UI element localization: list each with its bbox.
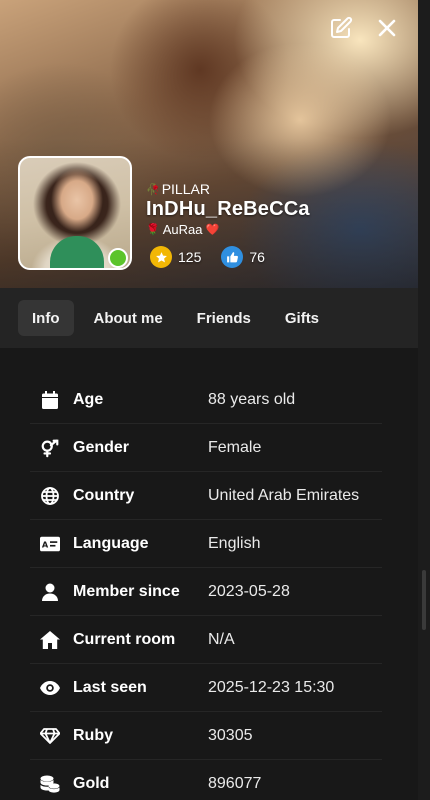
- info-label: Gender: [73, 438, 130, 456]
- avatar-clothing: [50, 236, 104, 268]
- tab-info[interactable]: Info: [18, 300, 74, 336]
- info-row-last-seen: Last seen 2025-12-23 15:30: [30, 664, 382, 712]
- info-row-current-room: Current room N/A: [30, 616, 382, 664]
- user-icon: [40, 582, 60, 602]
- profile-name-block: 🥀 PILLAR InDHu_ReBeCCa 🌹 AuRaa ❤️: [146, 180, 310, 238]
- profile-tabs: Info About me Friends Gifts: [0, 288, 418, 348]
- online-status-indicator: [108, 248, 128, 268]
- star-icon: [150, 246, 172, 268]
- stars-count: 125: [178, 249, 202, 265]
- coins-icon: [40, 774, 60, 794]
- scrollbar[interactable]: [418, 0, 430, 800]
- globe-icon: [40, 486, 60, 506]
- flower-emoji: 🌹: [146, 223, 160, 236]
- close-button[interactable]: [373, 14, 401, 42]
- heart-emoji: ❤️: [205, 223, 220, 236]
- scrollbar-thumb[interactable]: [422, 570, 426, 630]
- profile-subtitle: 🌹 AuRaa ❤️: [146, 220, 310, 238]
- info-label: Country: [73, 486, 135, 504]
- likes-stat: 76: [221, 246, 265, 268]
- close-icon: [378, 19, 396, 37]
- info-label: Gold: [73, 775, 110, 792]
- info-value: 896077: [208, 775, 262, 792]
- profile-stats: 125 76: [150, 246, 285, 268]
- info-row-ruby: Ruby 30305: [30, 712, 382, 760]
- tab-gifts[interactable]: Gifts: [271, 300, 333, 336]
- info-value: English: [208, 534, 261, 552]
- edit-profile-button[interactable]: [327, 14, 355, 42]
- gender-icon: [40, 438, 60, 458]
- likes-count: 76: [249, 249, 265, 265]
- info-value: 2025-12-23 15:30: [208, 678, 335, 696]
- info-label: Language: [73, 534, 149, 552]
- subtitle-text: AuRaa: [162, 221, 203, 237]
- info-label: Current room: [73, 630, 176, 648]
- info-value: 2023-05-28: [208, 582, 290, 600]
- home-icon: [40, 630, 60, 650]
- info-value: United Arab Emirates: [208, 486, 360, 504]
- info-value: 30305: [208, 726, 253, 744]
- rose-emoji: 🥀: [146, 183, 160, 196]
- calendar-icon: [40, 390, 60, 410]
- tagline-text: PILLAR: [161, 181, 210, 197]
- info-value: N/A: [208, 630, 235, 648]
- info-row-member-since: Member since 2023-05-28: [30, 568, 382, 616]
- info-row-gold: Gold 896077: [30, 760, 382, 800]
- edit-icon: [331, 16, 353, 38]
- info-row-language: A Language English: [30, 520, 382, 568]
- eye-icon: [40, 678, 60, 698]
- info-row-age: Age 88 years old: [30, 376, 382, 424]
- profile-username: InDHu_ReBeCCa: [146, 198, 310, 220]
- stars-stat: 125: [150, 246, 201, 268]
- profile-tagline: 🥀 PILLAR: [146, 180, 310, 198]
- info-label: Age: [73, 390, 104, 408]
- info-label: Member since: [73, 582, 180, 600]
- language-icon: A: [40, 534, 60, 554]
- gem-icon: [40, 726, 60, 746]
- info-row-country: Country United Arab Emirates: [30, 472, 382, 520]
- tab-friends[interactable]: Friends: [183, 300, 265, 336]
- thumbs-up-icon: [221, 246, 244, 268]
- info-value: Female: [208, 438, 262, 456]
- svg-text:A: A: [42, 539, 49, 549]
- tab-about-me[interactable]: About me: [80, 300, 177, 336]
- info-value: 88 years old: [208, 390, 296, 408]
- info-list: Age 88 years old Gender Female Country U…: [30, 376, 382, 800]
- profile-cover: 🥀 PILLAR InDHu_ReBeCCa 🌹 AuRaa ❤️ 125 76: [0, 0, 418, 288]
- info-label: Ruby: [73, 726, 113, 744]
- info-row-gender: Gender Female: [30, 424, 382, 472]
- info-label: Last seen: [73, 678, 147, 696]
